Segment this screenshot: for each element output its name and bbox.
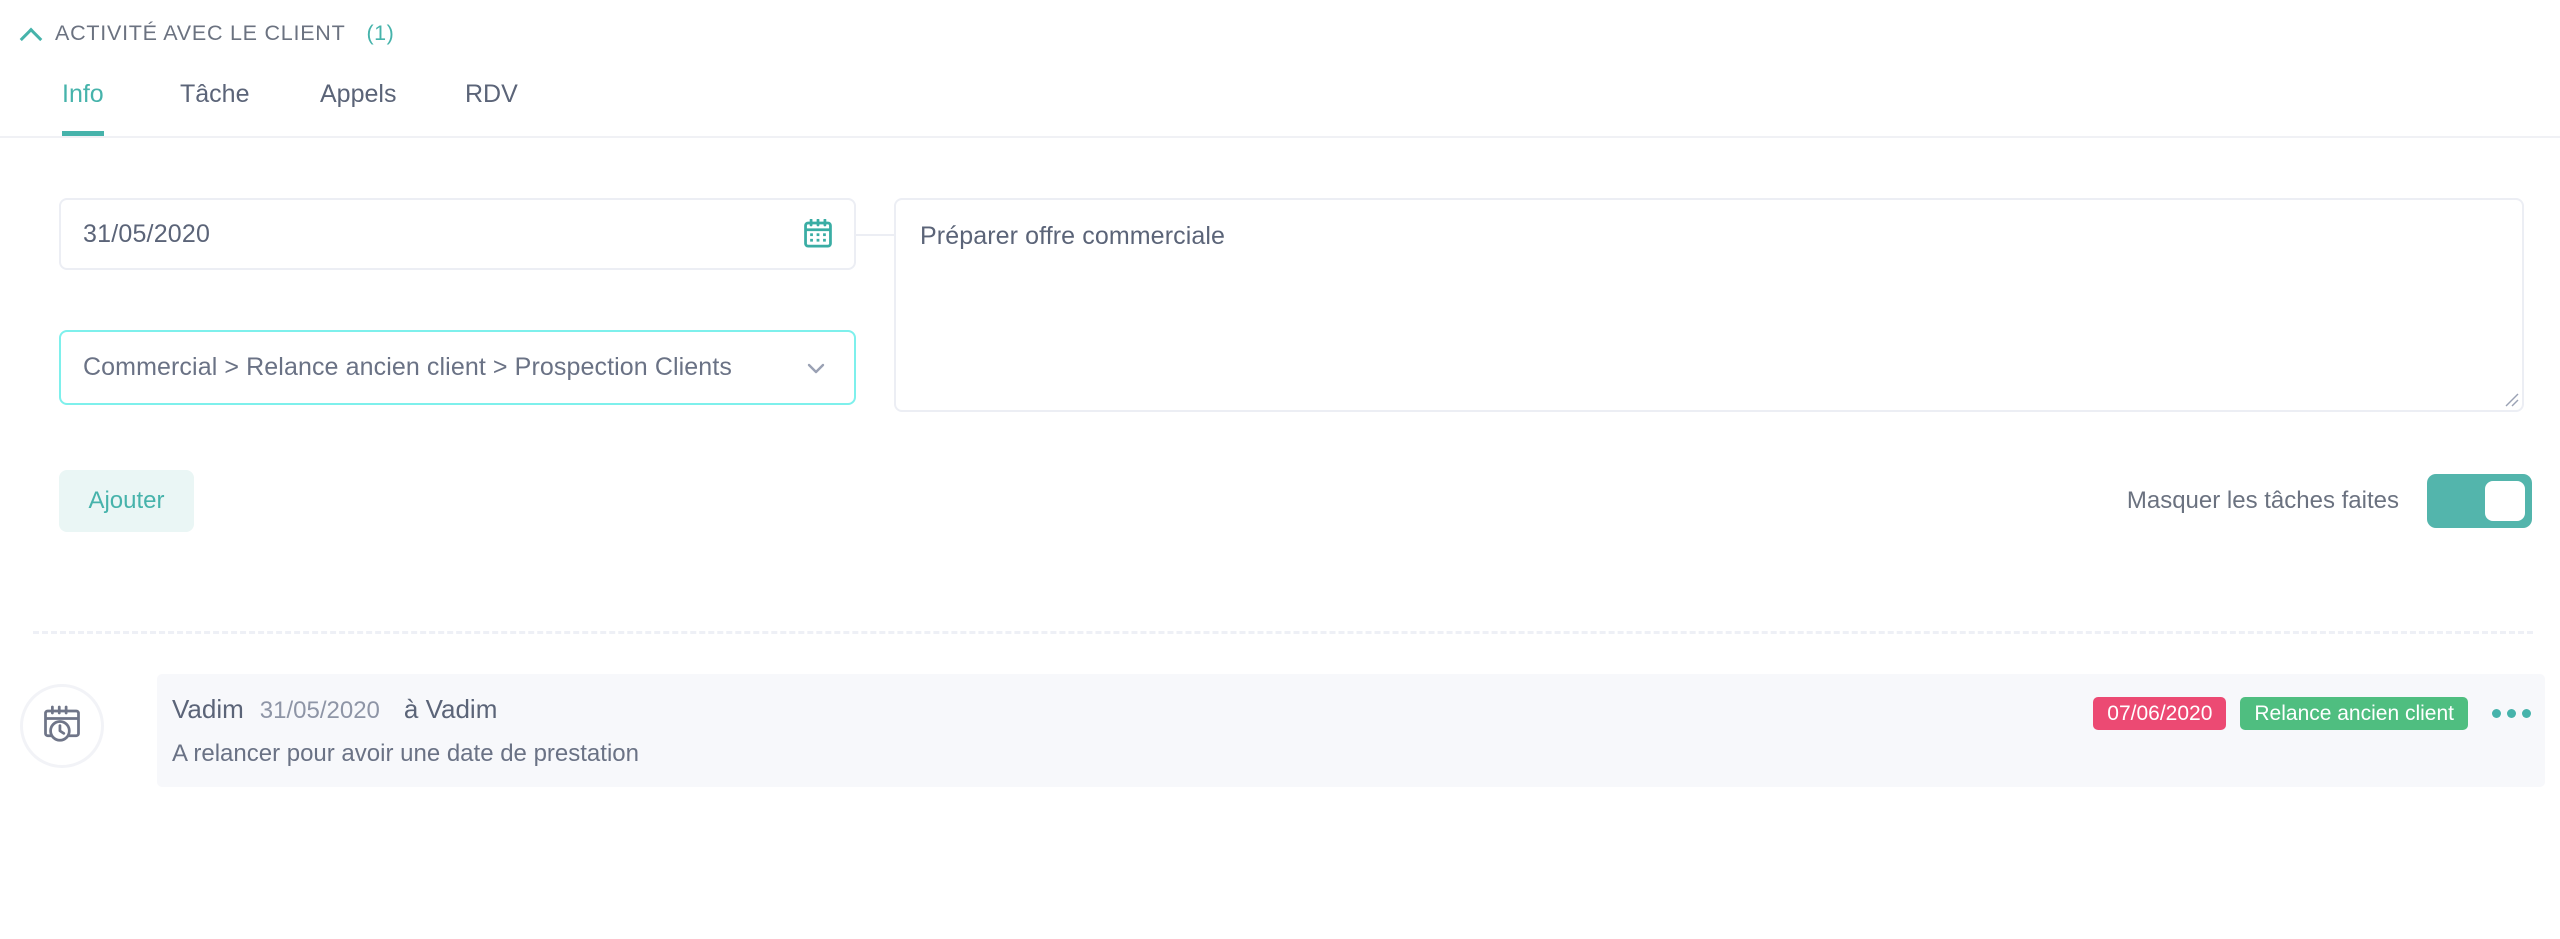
calendar-clock-icon (40, 702, 84, 751)
status-badge-tag: Relance ancien client (2240, 697, 2468, 730)
tab-tache[interactable]: Tâche (180, 72, 249, 136)
field-connector (856, 234, 894, 236)
tab-label: Info (62, 80, 104, 108)
activity-count: (1) (366, 20, 395, 45)
toggle-label: Masquer les tâches faites (2126, 487, 2399, 514)
section-divider (33, 631, 2533, 634)
tab-label: Tâche (180, 80, 250, 108)
dot (2522, 709, 2531, 718)
activity-panel: ACTIVITÉ AVEC LE CLIENT (1) Info Tâche A… (0, 0, 2560, 939)
activity-date: 31/05/2020 (259, 697, 380, 724)
tab-label: RDV (465, 80, 518, 108)
note-textarea[interactable]: Préparer offre commerciale (894, 198, 2524, 412)
note-value: Préparer offre commerciale (920, 222, 1226, 250)
activity-badges: 07/06/2020 Relance ancien client (2093, 697, 2531, 730)
dot (2507, 709, 2516, 718)
resize-handle[interactable] (2501, 389, 2519, 407)
toggle-knob (2485, 481, 2525, 521)
tab-label: Appels (320, 80, 397, 108)
tab-bar: Info Tâche Appels RDV (0, 72, 2560, 138)
status-badge-date: 07/06/2020 (2093, 697, 2227, 730)
activity-description: A relancer pour avoir une date de presta… (172, 740, 639, 767)
activity-user: Vadim (172, 694, 244, 724)
category-select[interactable]: Commercial > Relance ancien client > Pro… (59, 330, 856, 405)
category-value: Commercial > Relance ancien client > Pro… (83, 353, 732, 381)
hide-done-tasks-group: Masquer les tâches faites (2127, 470, 2532, 532)
section-header[interactable]: ACTIVITÉ AVEC LE CLIENT (1) (20, 18, 394, 48)
list-item[interactable]: Vadim 31/05/2020 à Vadim A relancer pour… (0, 668, 2560, 788)
tab-appels[interactable]: Appels (320, 72, 396, 136)
page-title: ACTIVITÉ AVEC LE CLIENT (55, 20, 346, 45)
more-horizontal-icon[interactable] (2492, 709, 2531, 718)
tab-rdv[interactable]: RDV (465, 72, 518, 136)
activity-meta: Vadim 31/05/2020 à Vadim (172, 694, 497, 725)
date-input[interactable]: 31/05/2020 (59, 198, 856, 270)
activity-row: Vadim 31/05/2020 à Vadim A relancer pour… (157, 674, 2545, 787)
chevron-up-icon[interactable] (20, 26, 42, 40)
date-value: 31/05/2020 (83, 219, 211, 248)
tab-info[interactable]: Info (62, 72, 104, 136)
hide-done-tasks-toggle[interactable] (2427, 474, 2532, 528)
chevron-down-icon[interactable] (804, 356, 828, 380)
avatar (20, 684, 104, 768)
add-button[interactable]: Ajouter (59, 470, 194, 532)
dot (2492, 709, 2501, 718)
activity-assignee: à Vadim (403, 694, 498, 724)
calendar-icon[interactable] (804, 218, 832, 249)
